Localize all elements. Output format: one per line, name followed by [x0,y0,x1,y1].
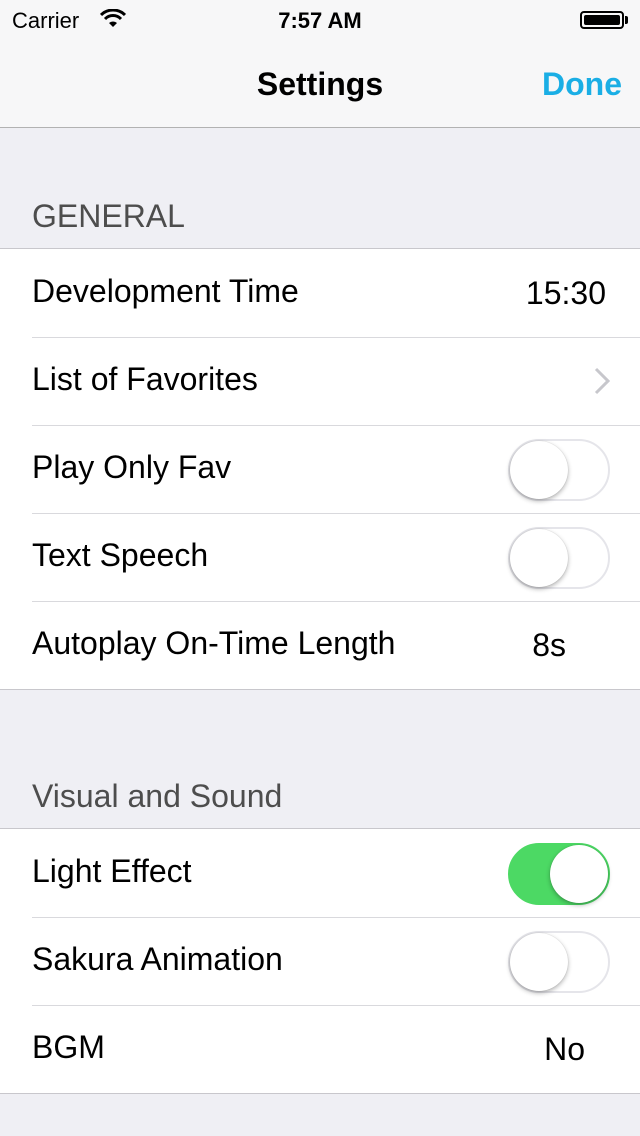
row-label: Autoplay On-Time Length [32,625,396,661]
toggle-knob [550,845,608,903]
section-header-visual-and-sound: Visual and Sound [32,778,283,814]
row-autoplay-length[interactable]: Autoplay On-Time Length 8s [0,601,640,689]
development-time-value: 15:30 [525,275,606,311]
row-light-effect: Light Effect [0,829,640,917]
row-label: Text Speech [32,537,209,573]
general-group: Development Time 15:30 List of Favorites… [0,248,640,690]
battery-icon [580,11,628,29]
row-label: Light Effect [32,853,192,889]
row-label: BGM [32,1029,105,1065]
chevron-right-icon [594,367,610,395]
row-label: Sakura Animation [32,941,283,977]
play-only-fav-toggle[interactable] [508,439,610,501]
toggle-knob [510,441,568,499]
row-text-speech: Text Speech [0,513,640,601]
sakura-animation-toggle[interactable] [508,931,610,993]
row-bgm[interactable]: BGM No [0,1005,640,1093]
visual-sound-group: Light Effect Sakura Animation BGM No [0,828,640,1094]
text-speech-toggle[interactable] [508,527,610,589]
row-label: Development Time [32,273,299,309]
navigation-bar: Settings Done [0,40,640,128]
bgm-value: No [544,1031,585,1067]
row-play-only-fav: Play Only Fav [0,425,640,513]
toggle-knob [510,933,568,991]
section-header-general: GENERAL [32,198,185,234]
row-label: List of Favorites [32,361,258,397]
light-effect-toggle[interactable] [508,843,610,905]
row-label: Play Only Fav [32,449,232,485]
row-list-of-favorites[interactable]: List of Favorites [0,337,640,425]
row-sakura-animation: Sakura Animation [0,917,640,1005]
autoplay-length-value: 8s [532,627,566,663]
status-time: 7:57 AM [278,8,362,33]
toggle-knob [510,529,568,587]
done-button[interactable]: Done [542,66,622,103]
status-bar: Carrier 7:57 AM [0,0,640,40]
row-development-time[interactable]: Development Time 15:30 [0,249,640,337]
